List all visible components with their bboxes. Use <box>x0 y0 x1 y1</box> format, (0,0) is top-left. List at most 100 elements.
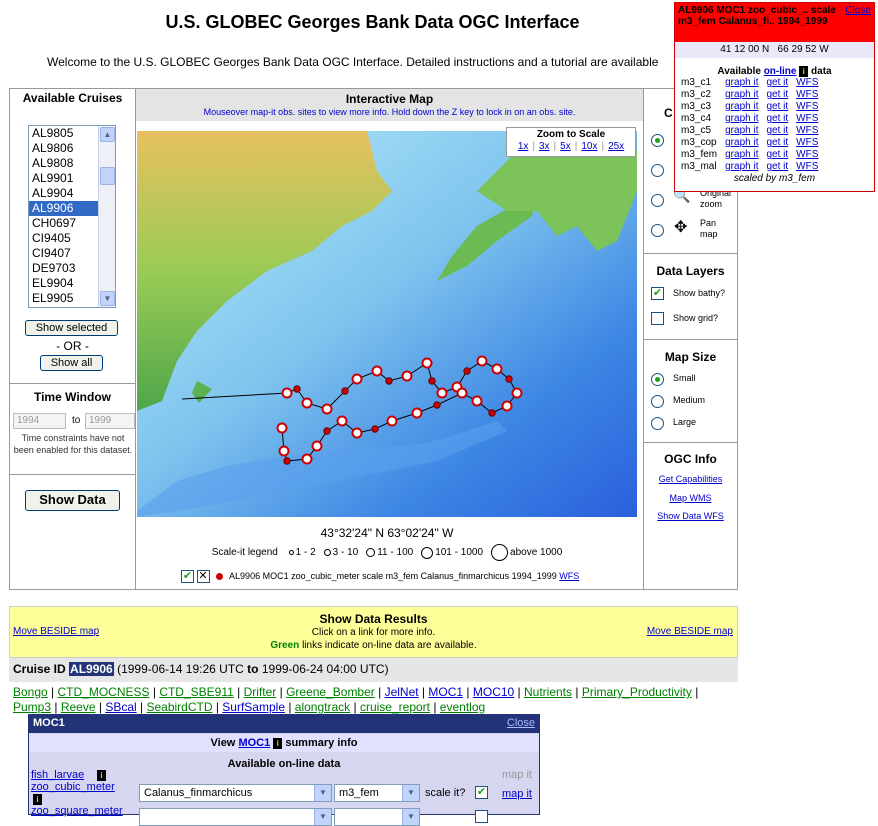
obs-site-marker[interactable] <box>351 373 363 385</box>
scroll-thumb[interactable] <box>100 167 115 185</box>
obs-site-marker[interactable] <box>463 367 471 375</box>
get-it-link[interactable]: get it <box>762 89 792 101</box>
graph-it-link[interactable]: graph it <box>721 89 762 101</box>
obs-site-marker[interactable] <box>323 427 331 435</box>
graph-it-link[interactable]: graph it <box>721 101 762 113</box>
info-icon[interactable]: i <box>33 794 42 805</box>
obs-site-marker[interactable] <box>505 375 513 383</box>
graph-it-link[interactable]: graph it <box>721 149 762 161</box>
graph-it-link[interactable]: graph it <box>721 161 762 173</box>
dataset-link[interactable]: cruise_report <box>360 700 430 714</box>
get-it-link[interactable]: get it <box>762 101 792 113</box>
obs-site-marker[interactable] <box>351 427 363 439</box>
obs-site-marker[interactable] <box>301 453 313 465</box>
obs-site-marker[interactable] <box>428 377 436 385</box>
dataset-link[interactable]: SeabirdCTD <box>146 700 212 714</box>
year-to-select[interactable]: 1999 <box>85 413 135 429</box>
popup-close-link[interactable]: Close <box>845 5 871 16</box>
cruise-listbox[interactable]: AL9805 AL9806 AL9808 AL9901 AL9904 AL9906 CH06… <box>28 125 116 308</box>
zoo-cubic-meter-link[interactable]: zoo_cubic_meter <box>31 781 115 793</box>
scroll-up-icon[interactable]: ▲ <box>100 127 115 142</box>
species-select[interactable]: Calanus_finmarchicus ▼ <box>139 784 332 802</box>
graph-it-link[interactable]: graph it <box>721 137 762 149</box>
scale-it-checkbox-2[interactable] <box>475 810 488 823</box>
size-large-radio[interactable] <box>651 417 664 430</box>
wfs-link[interactable]: WFS <box>792 125 822 137</box>
obs-site-marker[interactable] <box>456 387 468 399</box>
info-icon[interactable]: i <box>273 737 283 749</box>
wfs-link[interactable]: WFS <box>792 161 822 173</box>
wfs-link[interactable]: WFS <box>792 89 822 101</box>
get-it-link[interactable]: get it <box>762 113 792 125</box>
dataset-link[interactable]: Nutrients <box>524 685 572 699</box>
obs-site-marker[interactable] <box>281 387 293 399</box>
obs-site-marker[interactable] <box>433 401 441 409</box>
obs-site-marker[interactable] <box>371 425 379 433</box>
dataset-link[interactable]: SurfSample <box>222 700 285 714</box>
obs-site-marker[interactable] <box>501 400 513 412</box>
obs-site-marker[interactable] <box>341 387 349 395</box>
show-data-wfs-link[interactable]: Show Data WFS <box>644 511 737 521</box>
graph-it-link[interactable]: graph it <box>721 113 762 125</box>
size-small-radio[interactable] <box>651 373 664 386</box>
obs-site-marker[interactable] <box>436 387 448 399</box>
dataset-link[interactable]: CTD_MOCNESS <box>58 685 150 699</box>
obs-site-marker[interactable] <box>276 422 288 434</box>
show-all-button[interactable]: Show all <box>40 355 103 371</box>
obs-site-marker[interactable] <box>283 457 291 465</box>
obs-site-marker[interactable] <box>411 407 423 419</box>
obs-site-marker[interactable] <box>371 365 383 377</box>
dataset-link[interactable]: eventlog <box>440 700 485 714</box>
layer-visible-checkbox[interactable]: ✔ <box>181 570 194 583</box>
moc1-close-link[interactable]: Close <box>507 717 535 729</box>
wfs-link[interactable]: WFS <box>792 149 822 161</box>
moc1-view-link[interactable]: MOC1 <box>238 737 270 749</box>
wfs-link[interactable]: WFS <box>792 137 822 149</box>
wfs-link[interactable]: WFS <box>792 77 822 89</box>
zoom-option[interactable]: 3x <box>539 141 550 152</box>
layer-wfs-link[interactable]: WFS <box>559 571 579 581</box>
scroll-down-icon[interactable]: ▼ <box>100 291 115 306</box>
map-wms-link[interactable]: Map WMS <box>644 493 737 503</box>
dataset-link[interactable]: Greene_Bomber <box>286 685 375 699</box>
scale-it-checkbox[interactable]: ✔ <box>475 786 488 799</box>
zoo-square-meter-link[interactable]: zoo_square_meter <box>31 805 123 817</box>
zoom-option[interactable]: 1x <box>518 141 529 152</box>
obs-site-marker[interactable] <box>476 355 488 367</box>
graph-it-link[interactable]: graph it <box>721 77 762 89</box>
obs-site-marker[interactable] <box>311 440 323 452</box>
dataset-link[interactable]: Primary_Productivity <box>582 685 692 699</box>
tool-radio-zoom[interactable] <box>651 194 664 207</box>
graph-it-link[interactable]: graph it <box>721 125 762 137</box>
interactive-map[interactable] <box>137 131 637 517</box>
show-bathy-checkbox[interactable]: ✔ <box>651 287 664 300</box>
dataset-link[interactable]: Pump3 <box>13 700 51 714</box>
dataset-link[interactable]: Reeve <box>61 700 96 714</box>
obs-site-marker[interactable] <box>301 397 313 409</box>
show-data-button[interactable]: Show Data <box>25 490 120 511</box>
get-it-link[interactable]: get it <box>762 77 792 89</box>
species-select-2[interactable]: ▼ <box>139 808 332 826</box>
obs-site-marker[interactable] <box>471 395 483 407</box>
obs-site-marker[interactable] <box>401 370 413 382</box>
obs-site-marker[interactable] <box>336 415 348 427</box>
get-capabilities-link[interactable]: Get Capabilities <box>644 474 737 484</box>
zoom-option[interactable]: 5x <box>560 141 571 152</box>
tool-radio-1[interactable] <box>651 134 664 147</box>
dataset-link[interactable]: MOC10 <box>473 685 514 699</box>
zoom-option[interactable]: 25x <box>608 141 624 152</box>
dataset-link[interactable]: Drifter <box>244 685 277 699</box>
dataset-link[interactable]: CTD_SBE911 <box>159 685 233 699</box>
size-medium-radio[interactable] <box>651 395 664 408</box>
tool-radio-pan[interactable] <box>651 224 664 237</box>
scale-select-2[interactable]: ▼ <box>334 808 420 826</box>
listbox-scrollbar[interactable]: ▲ ▼ <box>98 126 115 307</box>
obs-site-marker[interactable] <box>278 445 290 457</box>
get-it-link[interactable]: get it <box>762 125 792 137</box>
popup-online-link[interactable]: on-line <box>764 66 797 77</box>
fish-larvae-link[interactable]: fish_larvae <box>31 769 84 781</box>
dataset-link[interactable]: alongtrack <box>295 700 350 714</box>
tool-radio-2[interactable] <box>651 164 664 177</box>
obs-site-marker[interactable] <box>421 357 433 369</box>
layer-remove-checkbox[interactable]: ✕ <box>196 570 210 583</box>
